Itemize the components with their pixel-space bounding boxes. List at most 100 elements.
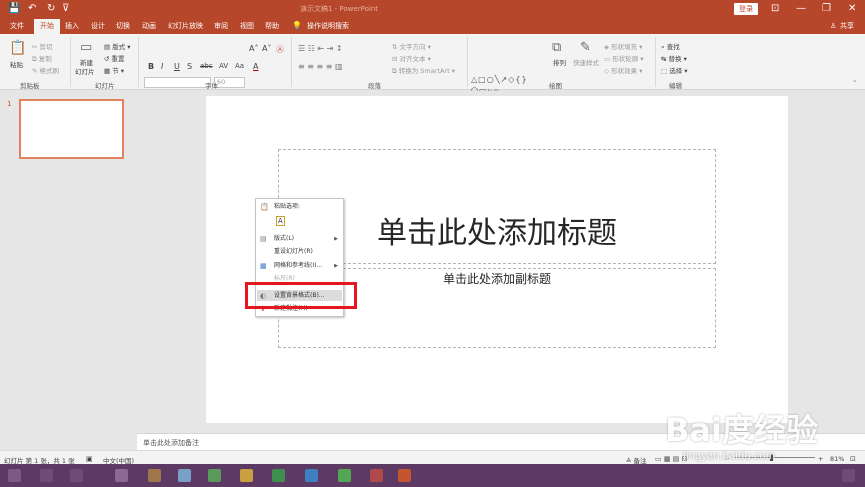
text-direction-button[interactable]: ⇅ 文字方向 ▾ <box>392 41 431 51</box>
cut-button[interactable]: ✂ 剪切 <box>32 41 53 51</box>
quick-styles-button[interactable]: 快速样式 <box>573 57 599 67</box>
tab-insert[interactable]: 插入 <box>65 22 79 31</box>
tab-transitions[interactable]: 切换 <box>116 22 130 31</box>
zoom-level[interactable]: 81% <box>830 455 844 463</box>
group-label-paragraph: 段落 <box>368 82 381 90</box>
copy-button[interactable]: ⧉ 复制 <box>32 53 52 64</box>
new-slide-label-2[interactable]: 幻灯片 <box>75 66 95 76</box>
save-icon[interactable]: 💾 <box>8 3 20 15</box>
shrink-font-icon[interactable]: A˅ <box>262 44 271 53</box>
bullets-icon[interactable]: ☰ ☷ ⇤ ⇥ ↕ <box>298 44 343 53</box>
char-spacing-button[interactable]: AV <box>219 62 228 70</box>
ribbon-divider <box>655 37 656 87</box>
ribbon: 📋 粘贴 ✂ 剪切 ⧉ 复制 ✎ 格式刷 剪贴板 ▭ 新建 幻灯片 ▤ 版式 ▾… <box>0 34 865 95</box>
clear-format-icon[interactable]: Ⓐ <box>276 44 284 55</box>
strikethrough-button[interactable]: abc <box>200 62 213 70</box>
collapse-ribbon-icon[interactable]: ˄ <box>853 80 857 88</box>
tab-review[interactable]: 审阅 <box>214 22 228 31</box>
share-button[interactable]: 共享 <box>840 22 854 31</box>
annotation-highlight-box <box>245 282 357 309</box>
tab-file[interactable]: 文件 <box>10 22 24 31</box>
taskbar-app-icon[interactable] <box>70 469 83 482</box>
tab-home[interactable]: 开始 <box>34 19 60 34</box>
zoom-in-button[interactable]: + <box>818 455 823 463</box>
smartart-button[interactable]: ⧉ 转换为 SmartArt ▾ <box>392 65 455 76</box>
taskbar-app-icon[interactable] <box>148 469 161 482</box>
taskbar-app-icon[interactable] <box>338 469 351 482</box>
align-icons[interactable]: ≡ ≡ ≡ ≡ ▥ <box>298 62 343 71</box>
layout-button[interactable]: ▤ 版式 ▾ <box>104 41 131 51</box>
taskbar <box>0 464 865 487</box>
menu-item-layout[interactable]: 版式(L) <box>274 235 294 243</box>
tab-view[interactable]: 视图 <box>240 22 254 31</box>
change-case-button[interactable]: Aa <box>235 62 244 70</box>
ribbon-options-icon[interactable]: ⊡ <box>771 2 779 15</box>
format-painter-button[interactable]: ✎ 格式刷 <box>32 65 59 75</box>
taskbar-app-icon[interactable] <box>370 469 383 482</box>
taskbar-app-icon[interactable] <box>115 469 128 482</box>
find-button[interactable]: ⌕ 查找 <box>661 41 680 52</box>
watermark-url: jingyan.baidu.com <box>683 451 776 462</box>
paste-button[interactable]: 粘贴 <box>10 59 23 69</box>
watermark-logo: Bai度经验 <box>665 411 818 449</box>
spell-check-icon[interactable]: ▣ <box>86 455 93 463</box>
taskbar-app-icon[interactable] <box>305 469 318 482</box>
slide-thumbnail[interactable] <box>19 99 124 159</box>
powerpoint-taskbar-icon[interactable] <box>398 469 411 482</box>
font-color-button[interactable]: A <box>253 62 258 71</box>
taskbar-app-icon[interactable] <box>272 469 285 482</box>
grow-font-icon[interactable]: A˄ <box>249 44 258 53</box>
tab-slideshow[interactable]: 幻灯片放映 <box>168 22 203 31</box>
tell-me-search[interactable]: 操作说明搜索 <box>307 22 349 31</box>
taskbar-app-icon[interactable] <box>178 469 191 482</box>
replace-button[interactable]: ↹ 替换 ▾ <box>661 53 687 63</box>
submenu-arrow-icon: ▶ <box>334 236 338 242</box>
paste-icon[interactable]: 📋 <box>9 41 26 55</box>
group-label-editing: 编辑 <box>669 82 682 90</box>
undo-icon[interactable]: ↶ <box>28 3 36 15</box>
shape-fill-button[interactable]: ◈ 形状填充 ▾ <box>604 41 642 51</box>
arrange-icon[interactable]: ⧉ <box>552 41 561 54</box>
reset-button[interactable]: ↺ 重置 <box>104 53 125 63</box>
customize-toolbar-icon[interactable]: ⊽ <box>62 3 69 15</box>
quick-styles-icon[interactable]: ✎ <box>580 41 591 54</box>
paste-option-icon[interactable]: A <box>276 216 285 226</box>
tab-design[interactable]: 设计 <box>91 22 105 31</box>
title-bar: 💾 ↶ ↻ ⊽ 演示文稿1 - PowerPoint 登录 ⊡ — ❐ ✕ <box>0 0 865 18</box>
section-button[interactable]: ▦ 节 ▾ <box>104 65 124 75</box>
menu-item-grid[interactable]: 网格和参考线(I)... <box>274 262 322 270</box>
group-label-clipboard: 剪贴板 <box>20 82 40 90</box>
ribbon-tabs: 文件 开始 插入 设计 切换 动画 幻灯片放映 审阅 视图 帮助 💡 操作说明搜… <box>0 18 865 34</box>
fit-slide-icon[interactable]: ⊡ <box>850 455 856 463</box>
notification-icon[interactable] <box>842 469 855 482</box>
minimize-button[interactable]: — <box>796 2 806 15</box>
group-label-font: 字体 <box>205 82 218 90</box>
select-button[interactable]: ⬚ 选择 ▾ <box>661 65 688 75</box>
clipboard-icon: 📋 <box>260 203 269 211</box>
start-icon[interactable] <box>8 469 21 482</box>
taskbar-app-icon[interactable] <box>208 469 221 482</box>
font-size-input[interactable]: 60 <box>214 77 245 88</box>
align-text-button[interactable]: ⊟ 对齐文本 ▾ <box>392 53 431 63</box>
new-slide-icon[interactable]: ▭ <box>80 41 92 54</box>
font-name-input[interactable] <box>144 77 211 88</box>
tab-help[interactable]: 帮助 <box>265 22 279 31</box>
tab-animations[interactable]: 动画 <box>142 22 156 31</box>
menu-item-reset[interactable]: 重设幻灯片(R) <box>274 248 313 256</box>
taskbar-app-icon[interactable] <box>240 469 253 482</box>
document-title: 演示文稿1 - PowerPoint <box>300 5 378 13</box>
login-button[interactable]: 登录 <box>734 3 758 15</box>
italic-button[interactable]: I <box>161 62 163 71</box>
slide-number: 1 <box>7 100 12 108</box>
taskbar-app-icon[interactable] <box>40 469 53 482</box>
bold-button[interactable]: B <box>148 62 154 71</box>
underline-button[interactable]: U <box>174 62 180 71</box>
shadow-button[interactable]: S <box>187 62 192 71</box>
close-button[interactable]: ✕ <box>848 2 856 15</box>
shape-effects-button[interactable]: ◇ 形状效果 ▾ <box>604 65 642 75</box>
restore-button[interactable]: ❐ <box>822 2 831 15</box>
arrange-button[interactable]: 排列 <box>553 57 566 67</box>
redo-icon[interactable]: ↻ <box>47 3 55 15</box>
shape-outline-button[interactable]: ▭ 形状轮廓 ▾ <box>604 53 644 63</box>
ribbon-divider <box>70 37 71 87</box>
